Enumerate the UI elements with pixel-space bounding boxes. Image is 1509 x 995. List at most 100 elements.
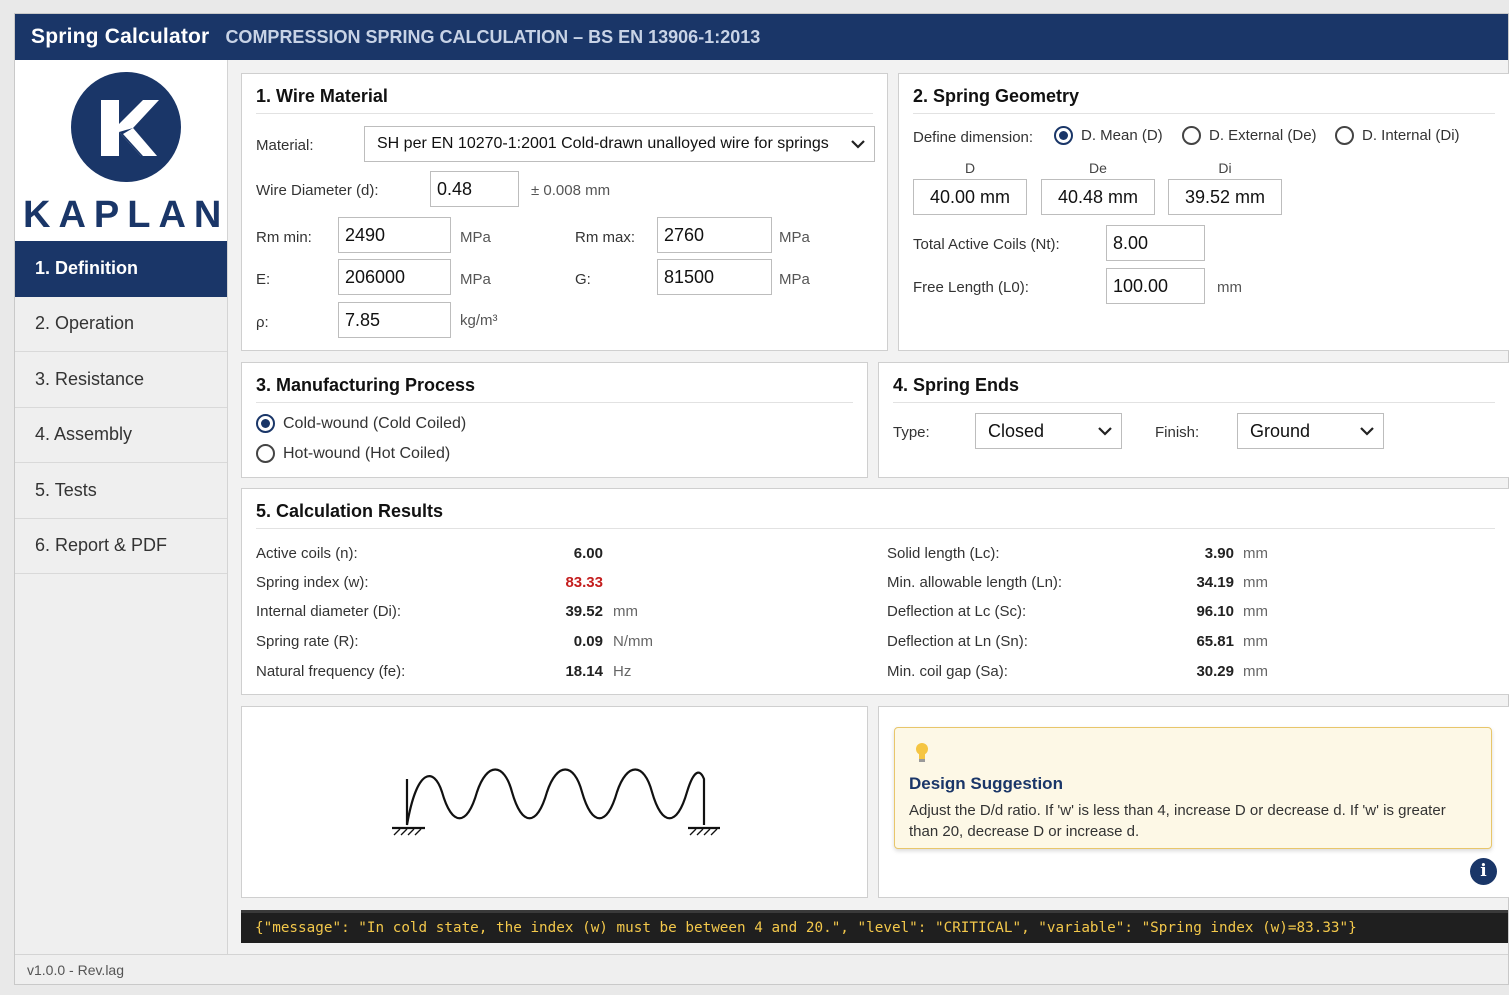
result-value: 34.19 [1196, 574, 1234, 591]
suggestion-panel: Design Suggestion Adjust the D/d ratio. … [878, 706, 1509, 898]
version-footer: v1.0.0 - Rev.lag [15, 954, 1508, 984]
result-label: Deflection at Ln (Sn): [887, 633, 1028, 650]
radio-cold-wound-label: Cold-wound (Cold Coiled) [283, 414, 467, 432]
material-label: Material: [256, 137, 314, 154]
internal-diameter-header: Di [1218, 160, 1232, 176]
sidebar-item-resistance[interactable]: 3. Resistance [15, 352, 227, 408]
chevron-down-icon [851, 140, 865, 149]
mean-diameter-input[interactable] [913, 179, 1027, 215]
result-label: Internal diameter (Di): [256, 603, 402, 620]
mean-diameter-header: D [964, 160, 976, 176]
title-bar: Spring Calculator COMPRESSION SPRING CAL… [15, 14, 1508, 60]
manufacturing-title: 3. Manufacturing Process [256, 375, 853, 403]
radio-cold-wound[interactable]: Cold-wound (Cold Coiled) [256, 414, 466, 433]
sidebar-item-operation[interactable]: 2. Operation [15, 297, 227, 352]
result-unit: mm [1243, 603, 1268, 620]
wire-material-panel: 1. Wire Material Material: SH per EN 102… [241, 73, 888, 351]
g-modulus-unit: MPa [779, 271, 810, 288]
result-value: 0.09 [573, 633, 603, 650]
spring-diagram [392, 768, 720, 836]
sidebar-item-report[interactable]: 6. Report & PDF [15, 519, 227, 574]
active-coils-input[interactable] [1106, 225, 1205, 261]
sidebar-item-assembly[interactable]: 4. Assembly [15, 408, 227, 463]
radio-button-selected [256, 414, 275, 433]
chevron-down-icon [1098, 427, 1112, 436]
suggestion-text: Adjust the D/d ratio. If 'w' is less tha… [909, 802, 1446, 840]
spring-geometry-title: 2. Spring Geometry [913, 86, 1495, 114]
result-value: 39.52 [565, 603, 603, 620]
rm-max-label: Rm max: [575, 229, 635, 246]
wire-material-title: 1. Wire Material [256, 86, 873, 114]
console-text: {"message": "In cold state, the index (w… [255, 920, 1357, 936]
kaplan-logo-icon [71, 72, 181, 182]
rm-min-label: Rm min: [256, 229, 312, 246]
material-select[interactable]: SH per EN 10270-1:2001 Cold-drawn unallo… [364, 126, 875, 162]
free-length-unit: mm [1217, 279, 1242, 296]
result-unit: mm [613, 603, 638, 620]
radio-mean-diameter[interactable]: D. Mean (D) [1054, 126, 1163, 145]
sidebar-item-definition[interactable]: 1. Definition [15, 241, 227, 297]
console-message: {"message": "In cold state, the index (w… [241, 910, 1508, 943]
result-unit: mm [1243, 545, 1268, 562]
end-type-label: Type: [893, 424, 930, 441]
right-hatch [689, 828, 718, 836]
end-finish-label: Finish: [1155, 424, 1200, 441]
lightbulb-icon [916, 743, 928, 762]
result-value: 18.14 [565, 663, 603, 680]
result-label: Min. coil gap (Sa): [887, 663, 1008, 680]
spring-ends-panel: 4. Spring Ends Type: Closed Finish: Grou… [878, 362, 1509, 478]
spring-coil [405, 768, 706, 826]
radio-button-selected [1054, 126, 1073, 145]
result-unit: mm [1243, 663, 1268, 680]
radio-external-diameter[interactable]: D. External (De) [1182, 126, 1317, 145]
end-finish-select[interactable]: Ground [1237, 413, 1384, 449]
results-panel: 5. Calculation Results Active coils (n):… [241, 488, 1509, 695]
result-label: Min. allowable length (Ln): [887, 574, 1063, 591]
result-value: 96.10 [1196, 603, 1234, 620]
result-unit: Hz [613, 663, 632, 680]
radio-button [1182, 126, 1201, 145]
radio-external-diameter-label: D. External (De) [1209, 127, 1317, 144]
logo-text: KAPLAN [23, 194, 230, 236]
spring-geometry-panel: 2. Spring Geometry Define dimension: D. … [898, 73, 1509, 351]
results-title: 5. Calculation Results [256, 501, 1495, 529]
radio-hot-wound-label: Hot-wound (Hot Coiled) [283, 444, 451, 462]
e-modulus-label: E: [256, 271, 271, 288]
result-label: Spring index (w): [256, 574, 369, 591]
result-label: Spring rate (R): [256, 633, 359, 650]
radio-mean-diameter-label: D. Mean (D) [1081, 127, 1163, 144]
wire-tolerance: ± 0.008 mm [531, 182, 611, 199]
free-length-input[interactable] [1106, 268, 1205, 304]
suggestion-title: Design Suggestion [909, 774, 1063, 793]
external-diameter-input[interactable] [1041, 179, 1155, 215]
rm-max-input[interactable] [657, 217, 772, 253]
result-label: Active coils (n): [256, 545, 358, 562]
app-title: Spring Calculator [31, 25, 210, 48]
result-value: 3.90 [1204, 545, 1234, 562]
density-label: ρ: [256, 314, 269, 331]
logo: KAPLAN [15, 60, 227, 241]
rm-max-unit: MPa [779, 229, 810, 246]
radio-button [1335, 126, 1354, 145]
active-coils-label: Total Active Coils (Nt): [913, 236, 1060, 253]
radio-internal-diameter[interactable]: D. Internal (Di) [1335, 126, 1460, 145]
radio-hot-wound[interactable]: Hot-wound (Hot Coiled) [256, 444, 450, 463]
result-value: 6.00 [573, 545, 603, 562]
end-type-select[interactable]: Closed [975, 413, 1122, 449]
sidebar-item-tests[interactable]: 5. Tests [15, 463, 227, 519]
result-unit: mm [1243, 574, 1268, 591]
e-modulus-input[interactable] [338, 259, 451, 295]
info-icon[interactable]: i [1470, 858, 1497, 885]
end-type-value: Closed [988, 420, 1045, 441]
internal-diameter-input[interactable] [1168, 179, 1282, 215]
external-diameter-header: De [1089, 160, 1107, 176]
wire-diameter-input[interactable] [430, 171, 519, 207]
end-finish-value: Ground [1250, 420, 1311, 441]
g-modulus-input[interactable] [657, 259, 772, 295]
material-select-value: SH per EN 10270-1:2001 Cold-drawn unallo… [377, 135, 829, 152]
wire-diameter-label: Wire Diameter (d): [256, 182, 379, 199]
result-label: Deflection at Lc (Sc): [887, 603, 1027, 620]
result-value-critical: 83.33 [565, 574, 603, 591]
density-input[interactable] [338, 302, 451, 338]
rm-min-input[interactable] [338, 217, 451, 253]
